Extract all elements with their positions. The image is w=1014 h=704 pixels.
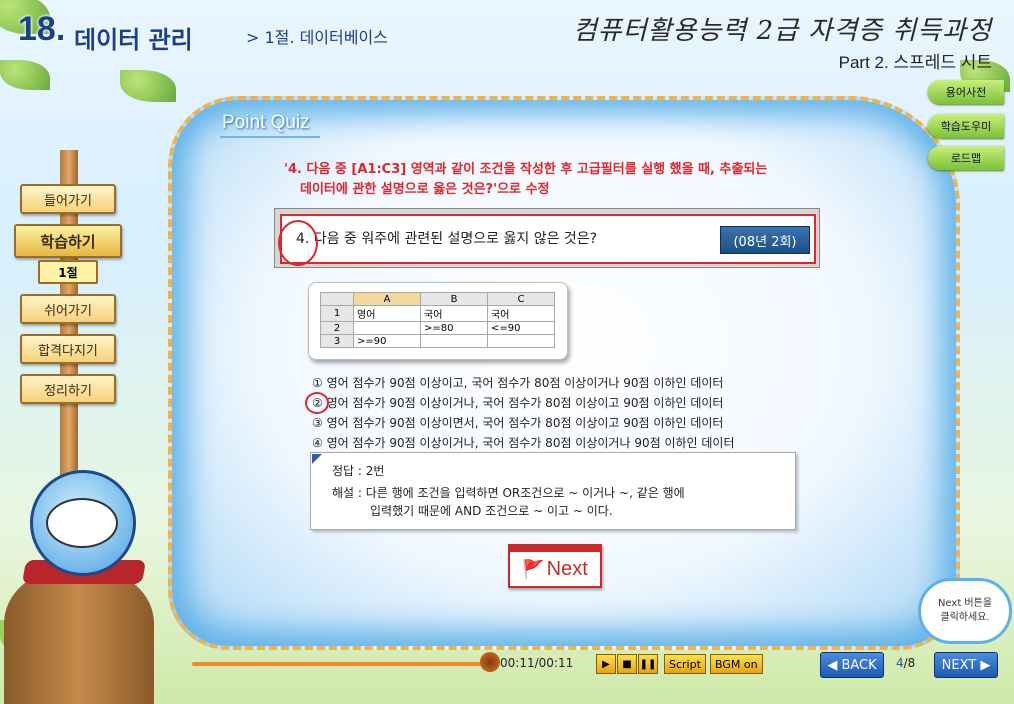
board-title: Point Quiz — [222, 112, 310, 133]
sheet-cell: <=90 — [487, 321, 555, 335]
leaf-decoration — [120, 70, 176, 102]
sheet-cell: 국어 — [420, 305, 488, 322]
sheet-cell: 국어 — [487, 305, 555, 322]
pause-button[interactable]: ❚❚ — [638, 654, 658, 674]
part-label: Part 2. 스프레드 시트 — [838, 53, 992, 72]
back-button[interactable]: ◀ BACK — [820, 652, 884, 678]
question-text: 4. 다음 중 워주에 관련된 설명으로 옳지 않은 것은? — [296, 231, 598, 247]
next-page-button[interactable]: NEXT ▶ — [934, 652, 998, 678]
nav-learn-section-1[interactable]: 1절 — [38, 260, 98, 284]
nav-rest[interactable]: 쉬어가기 — [20, 294, 116, 324]
sheet-corner — [320, 292, 354, 306]
time-display: 00:11/00:11 — [500, 656, 574, 670]
nav-practice[interactable]: 합격다지기 — [20, 334, 116, 364]
correction-note: '4. 다음 중 [A1:C3] 영역과 같이 조건을 작성한 후 고급필터를 … — [284, 160, 904, 200]
explanation-line: 입력했기 때문에 AND 조건으로 ~ 이고 ~ 이다. — [370, 504, 613, 518]
question-number-mark — [278, 220, 318, 266]
next-button[interactable]: 🚩 Next — [508, 544, 602, 588]
stop-icon: ■ — [622, 658, 632, 670]
play-icon: ▶ — [602, 658, 610, 670]
signpost-icon: 🚩 — [522, 558, 545, 579]
answer-option-3: ③ 영어 점수가 90점 이상이면서, 국어 점수가 80점 이상이고 90점 … — [312, 416, 724, 430]
stop-button[interactable]: ■ — [617, 654, 637, 674]
next-button-label: Next — [546, 557, 588, 580]
play-button[interactable]: ▶ — [596, 654, 616, 674]
correction-note-line: '4. 다음 중 [A1:C3] 영역과 같이 조건을 작성한 후 고급필터를 … — [284, 162, 768, 177]
page-total: /8 — [903, 656, 916, 670]
criteria-sheet: A B C 1 영어 국어 국어 2 >=80 <=90 3 >=90 — [320, 292, 555, 348]
tab-glossary[interactable]: 용어사전 — [928, 80, 1004, 104]
sheet-row-header: 3 — [320, 334, 354, 348]
leaf-decoration — [0, 60, 50, 90]
sheet-cell — [487, 334, 555, 348]
answer-option-4: ④ 영어 점수가 90점 이상이거나, 국어 점수가 80점 이상이거나 90점… — [312, 436, 735, 450]
page-current: 4 — [896, 656, 904, 670]
sheet-cell — [353, 321, 421, 335]
nav-intro[interactable]: 들어가기 — [20, 184, 116, 214]
answer-label: 정답 : 2번 — [332, 464, 385, 478]
tab-roadmap[interactable]: 로드맵 — [928, 146, 1004, 170]
sheet-cell: >=90 — [353, 334, 421, 348]
hint-bubble: Next 버튼을 클릭하세요. — [918, 578, 1012, 644]
page-indicator: 4/8 — [896, 656, 915, 670]
correct-answer-mark — [305, 392, 329, 414]
course-title: 컴퓨터활용능력 2급 자격증 취득과정 — [572, 16, 992, 46]
breadcrumb-section: > 1절. 데이터베이스 — [246, 28, 388, 47]
sheet-cell: >=80 — [420, 321, 488, 335]
sheet-row-header: 2 — [320, 321, 354, 335]
mascot-face — [46, 498, 118, 548]
title-underline — [220, 136, 320, 138]
chapter-number: 18. — [18, 10, 66, 48]
sheet-column-header: A — [353, 292, 421, 306]
nav-learn[interactable]: 학습하기 — [14, 224, 122, 258]
script-button[interactable]: Script — [664, 654, 706, 674]
corner-marker-icon — [312, 454, 322, 464]
tab-learning-helper[interactable]: 학습도우미 — [928, 114, 1004, 138]
bgm-toggle-button[interactable]: BGM on — [710, 654, 763, 674]
hint-bubble-line: 클릭하세요. — [940, 612, 990, 623]
answer-option-1: ① 영어 점수가 90점 이상이고, 국어 점수가 80점 이상이거나 90점 … — [312, 376, 724, 390]
sheet-cell — [420, 334, 488, 348]
sheet-cell: 영어 — [353, 305, 421, 322]
progress-bar[interactable] — [192, 662, 482, 666]
exam-year-badge: (08년 2회) — [720, 226, 810, 254]
progress-handle[interactable] — [480, 652, 500, 672]
chapter-title: 데이터 관리 — [74, 26, 193, 54]
sheet-column-header: C — [487, 292, 555, 306]
answer-option-2: ② 영어 점수가 90점 이상이거나, 국어 점수가 80점 이상이고 90점 … — [312, 396, 724, 410]
correction-note-line: 데이터에 관한 설명으로 옳은 것은?'으로 수정 — [300, 182, 550, 197]
explanation-line: 해설 : 다른 행에 조건을 입력하면 OR조건으로 ~ 이거나 ~, 같은 행… — [332, 486, 685, 500]
hint-bubble-line: Next 버튼을 — [937, 598, 993, 609]
sheet-row-header: 1 — [320, 305, 354, 322]
sheet-column-header: B — [420, 292, 488, 306]
nav-summary[interactable]: 정리하기 — [20, 374, 116, 404]
pause-icon: ❚❚ — [639, 658, 657, 670]
tree-stump — [4, 570, 154, 704]
